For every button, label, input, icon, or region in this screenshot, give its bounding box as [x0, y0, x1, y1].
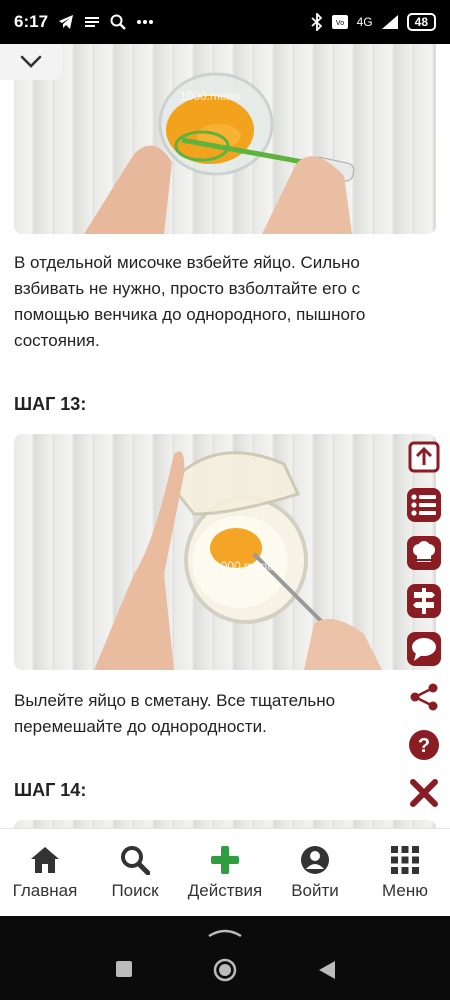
- chef-hat-icon: [413, 541, 435, 562]
- step-13-title: ШАГ 13:: [14, 394, 87, 414]
- nav-actions-label: Действия: [187, 880, 263, 900]
- recents-button-icon[interactable]: [115, 960, 133, 978]
- nav-actions[interactable]: Действия: [180, 829, 270, 916]
- ingredients-list-icon: [411, 494, 436, 516]
- comments-button[interactable]: [407, 632, 441, 666]
- step-14-photo: [14, 820, 436, 828]
- back-button-icon[interactable]: [318, 960, 336, 980]
- step-12-photo: 1000.menu: [14, 44, 436, 234]
- navigation-button[interactable]: [407, 584, 441, 618]
- cook-mode-button[interactable]: [407, 536, 441, 570]
- gesture-handle-icon[interactable]: [207, 926, 243, 938]
- more-icon: [137, 20, 154, 24]
- egg-whisk-illustration: 1000.menu: [84, 72, 355, 234]
- share-button[interactable]: [407, 680, 441, 714]
- svg-text:Vo: Vo: [336, 20, 344, 27]
- status-time: 6:17: [14, 12, 49, 31]
- svg-text:?: ?: [418, 735, 430, 757]
- bluetooth-icon: [311, 13, 322, 31]
- scroll-top-icon: [408, 441, 440, 473]
- battery-indicator: 48: [406, 13, 436, 31]
- telegram-icon: [59, 15, 74, 29]
- notes-icon: [85, 17, 100, 27]
- system-navigation-bar: [0, 916, 450, 1000]
- user-icon: [301, 845, 329, 874]
- close-tools-button[interactable]: [407, 776, 441, 810]
- photo-watermark: 1000.menu: [180, 89, 240, 103]
- collapse-button[interactable]: [0, 44, 62, 80]
- status-bar: 6:17 Vo 4G 48: [0, 0, 450, 44]
- nav-login[interactable]: Войти: [270, 829, 360, 916]
- step-14-title: ШАГ 14:: [14, 780, 87, 800]
- signpost-icon: [413, 588, 435, 614]
- close-icon: [410, 779, 438, 807]
- home-button-icon[interactable]: [213, 958, 237, 982]
- search-icon: [121, 845, 150, 875]
- nav-home[interactable]: Главная: [0, 829, 90, 916]
- photo-watermark: 1000.menu: [214, 559, 274, 573]
- volte-icon: Vo: [331, 15, 348, 29]
- pour-egg-illustration: 1000.menu: [94, 451, 382, 670]
- signal-icon: [381, 15, 398, 29]
- plus-icon: [211, 845, 239, 874]
- search-status-icon: [110, 14, 126, 30]
- scroll-top-button[interactable]: [407, 440, 441, 474]
- nav-search[interactable]: Поиск: [90, 829, 180, 916]
- grid-menu-icon: [391, 845, 419, 874]
- chevron-down-icon: [20, 55, 42, 68]
- home-icon: [31, 846, 59, 873]
- nav-menu-label: Меню: [382, 880, 428, 900]
- share-icon: [410, 683, 438, 711]
- recipe-content[interactable]: 1000.menu В отдельной мисочке взбейте яй…: [0, 44, 450, 828]
- bottom-navigation: Главная Поиск Действия Войти Меню: [0, 828, 450, 916]
- help-icon: ?: [409, 730, 439, 760]
- comment-icon: [412, 638, 436, 661]
- nav-search-label: Поиск: [111, 880, 159, 900]
- side-toolbar: ?: [406, 440, 442, 810]
- step-13-photo: 1000.menu: [14, 434, 436, 670]
- step-13-text: Вылейте яйцо в сметану. Все тщательно пе…: [14, 691, 336, 736]
- nav-menu[interactable]: Меню: [360, 829, 450, 916]
- help-button[interactable]: ?: [407, 728, 441, 762]
- step-12-text: В отдельной мисочке взбейте яйцо. Сильно…: [14, 253, 366, 350]
- ingredients-button[interactable]: [407, 488, 441, 522]
- nav-login-label: Войти: [291, 880, 339, 900]
- nav-home-label: Главная: [12, 880, 78, 900]
- network-type: 4G: [356, 15, 373, 29]
